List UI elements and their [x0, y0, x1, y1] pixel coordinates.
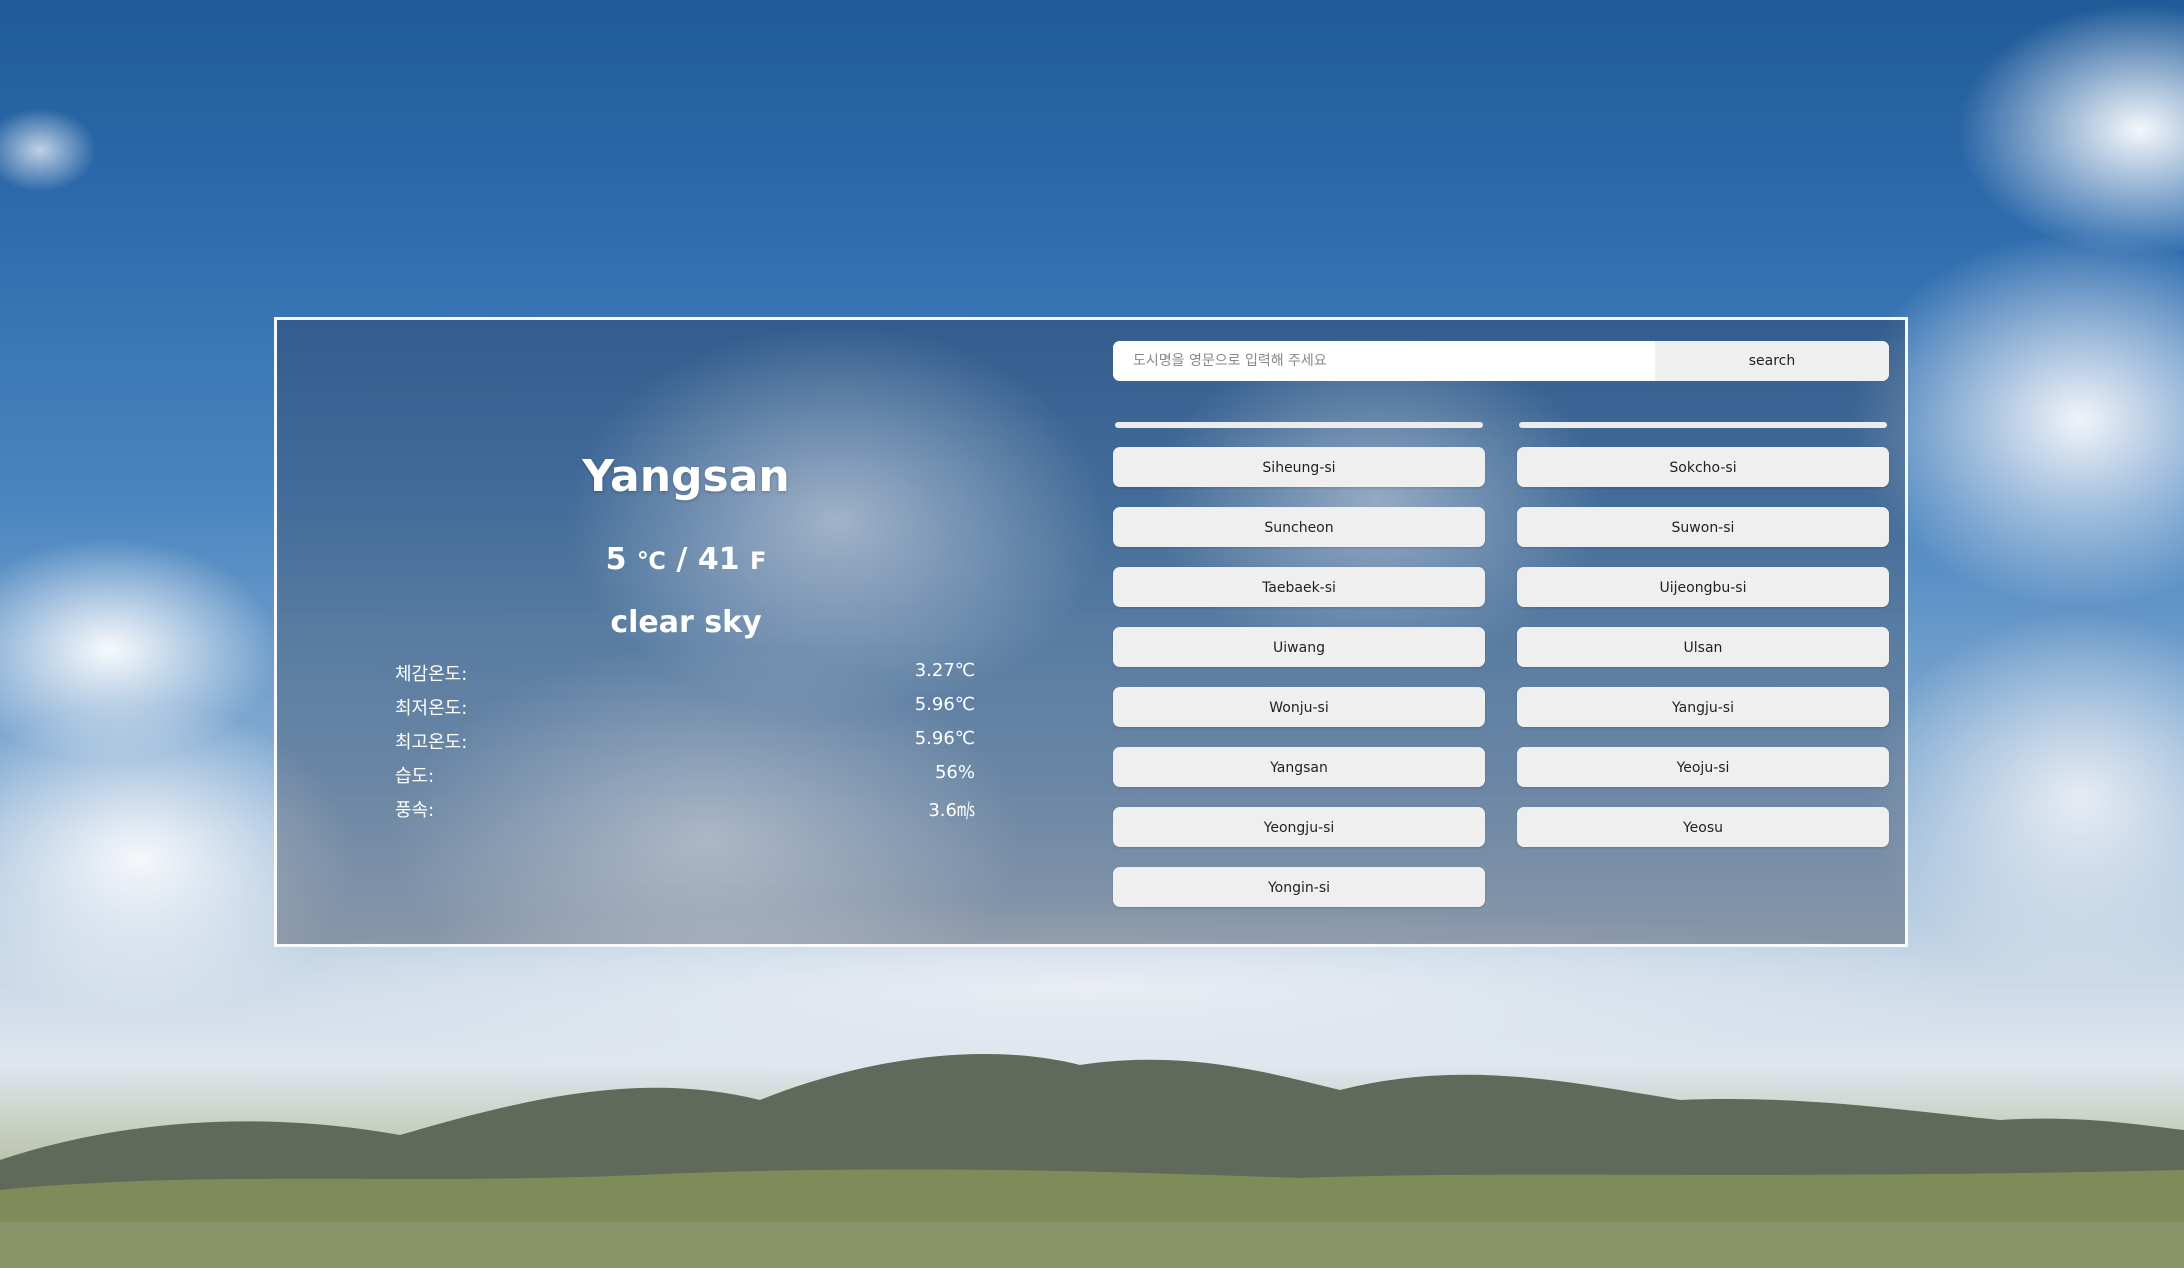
- weather-description: clear sky: [610, 605, 762, 640]
- search-bar: search: [1113, 341, 1889, 381]
- detail-label: 체감온도:: [395, 664, 468, 685]
- city-button-suncheon[interactable]: Suncheon: [1113, 507, 1485, 547]
- divider-right: [1519, 422, 1887, 428]
- city-button-yeosu[interactable]: Yeosu: [1517, 807, 1889, 847]
- current-weather: Yangsan 5 ℃ / 41 F clear sky 체감온도: 3.27℃…: [277, 320, 1095, 944]
- city-button-wonju-si[interactable]: Wonju-si: [1113, 687, 1485, 727]
- detail-feels-like: 체감온도: 3.27℃: [395, 660, 975, 694]
- temp-fahrenheit: 41: [697, 542, 740, 577]
- background-hills: [0, 1053, 2184, 1268]
- search-button[interactable]: search: [1655, 341, 1889, 381]
- temp-separator: /: [676, 542, 688, 577]
- city-button-yangsan[interactable]: Yangsan: [1113, 747, 1485, 787]
- city-button-yeongju-si[interactable]: Yeongju-si: [1113, 807, 1485, 847]
- weather-panel: Yangsan 5 ℃ / 41 F clear sky 체감온도: 3.27℃…: [274, 317, 1908, 947]
- search-input[interactable]: [1113, 341, 1655, 381]
- detail-wind-speed: 풍속: 3.6㎧: [395, 796, 975, 830]
- city-button-taebaek-si[interactable]: Taebaek-si: [1113, 567, 1485, 607]
- detail-value: 3.27℃: [914, 660, 975, 681]
- detail-value: 5.96℃: [914, 694, 975, 715]
- temperature: 5 ℃ / 41 F: [277, 542, 1095, 577]
- city-button-suwon-si[interactable]: Suwon-si: [1517, 507, 1889, 547]
- detail-value: 56%: [934, 762, 975, 783]
- detail-label: 최저온도:: [395, 698, 468, 719]
- detail-label: 습도:: [395, 766, 435, 787]
- city-button-siheung-si[interactable]: Siheung-si: [1113, 447, 1485, 487]
- city-button-uiwang[interactable]: Uiwang: [1113, 627, 1485, 667]
- detail-label: 최고온도:: [395, 732, 468, 753]
- weather-details: 체감온도: 3.27℃ 최저온도: 5.96℃ 최고온도: 5.96℃ 습도: …: [395, 660, 975, 830]
- detail-value: 3.6㎧: [928, 800, 975, 821]
- city-button-uijeongbu-si[interactable]: Uijeongbu-si: [1517, 567, 1889, 607]
- unit-celsius: ℃: [636, 547, 666, 575]
- detail-humidity: 습도: 56%: [395, 762, 975, 796]
- detail-label: 풍속:: [395, 800, 435, 821]
- unit-fahrenheit: F: [750, 547, 767, 575]
- city-button-ulsan[interactable]: Ulsan: [1517, 627, 1889, 667]
- temp-celsius: 5: [605, 542, 627, 577]
- detail-value: 5.96℃: [914, 728, 975, 749]
- city-name: Yangsan: [582, 451, 790, 502]
- detail-temp-max: 최고온도: 5.96℃: [395, 728, 975, 762]
- city-button-yeoju-si[interactable]: Yeoju-si: [1517, 747, 1889, 787]
- city-button-yongin-si[interactable]: Yongin-si: [1113, 867, 1485, 907]
- divider-left: [1115, 422, 1483, 428]
- city-button-yangju-si[interactable]: Yangju-si: [1517, 687, 1889, 727]
- city-button-sokcho-si[interactable]: Sokcho-si: [1517, 447, 1889, 487]
- detail-temp-min: 최저온도: 5.96℃: [395, 694, 975, 728]
